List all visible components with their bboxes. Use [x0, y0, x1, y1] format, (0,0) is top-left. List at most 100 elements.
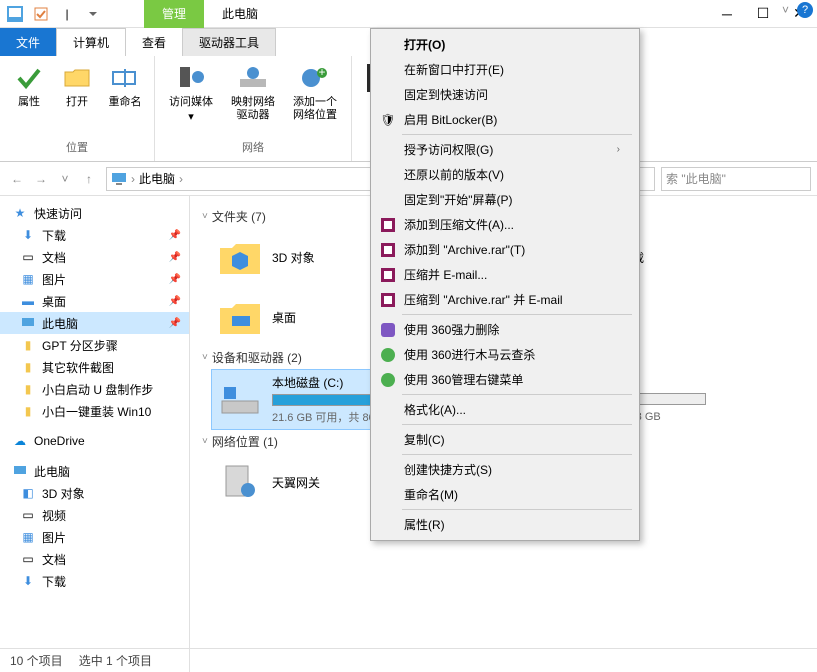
- folder-open-icon: [61, 62, 93, 94]
- picture-icon: ▦: [20, 529, 36, 545]
- folder-icon: [218, 237, 262, 277]
- app-icon[interactable]: [4, 3, 26, 25]
- sidebar-3dobjects[interactable]: ◧3D 对象: [0, 482, 189, 504]
- computer-tab[interactable]: 计算机: [56, 28, 126, 56]
- sidebar-folder-other[interactable]: ▮其它软件截图: [0, 356, 189, 378]
- separator: [402, 394, 632, 395]
- ctx-rar-archive[interactable]: 添加到 "Archive.rar"(T): [374, 237, 636, 262]
- sidebar-pictures[interactable]: ▦图片📌: [0, 268, 189, 290]
- ctx-properties[interactable]: 属性(R): [374, 512, 636, 537]
- status-bar: 10 个项目 选中 1 个项目: [0, 648, 817, 672]
- chevron-down-icon: ˅: [202, 352, 208, 363]
- folder-desktop[interactable]: 桌面: [212, 289, 382, 345]
- ctx-create-shortcut[interactable]: 创建快捷方式(S): [374, 457, 636, 482]
- 360-icon: [380, 347, 396, 363]
- pin-icon: 📌: [169, 274, 181, 285]
- sidebar-folder-xb2[interactable]: ▮小白一键重装 Win10: [0, 400, 189, 422]
- view-tab[interactable]: 查看: [126, 28, 182, 56]
- ctx-360-manage-menu[interactable]: 使用 360管理右键菜单: [374, 367, 636, 392]
- qat-checkbox-icon[interactable]: [30, 3, 52, 25]
- sidebar-documents2[interactable]: ▭文档: [0, 548, 189, 570]
- quick-access-toolbar: |: [0, 3, 104, 25]
- ctx-bitlocker[interactable]: 🛡启用 BitLocker(B): [374, 107, 636, 132]
- minimize-button[interactable]: ─: [709, 0, 745, 28]
- desktop-icon: ▬: [20, 293, 36, 309]
- history-dropdown[interactable]: ˅: [54, 168, 76, 190]
- maximize-button[interactable]: ☐: [745, 0, 781, 28]
- access-media-button[interactable]: 访问媒体 ▾: [161, 60, 221, 139]
- ctx-360-delete[interactable]: 使用 360强力删除: [374, 317, 636, 342]
- help-icon[interactable]: ?: [797, 2, 813, 18]
- titlebar: | 管理 此电脑 ─ ☐ ✕: [0, 0, 817, 28]
- sidebar-desktop[interactable]: ▬桌面📌: [0, 290, 189, 312]
- ctx-rar-email[interactable]: 压缩并 E-mail...: [374, 262, 636, 287]
- ctx-pin-start[interactable]: 固定到"开始"屏幕(P): [374, 187, 636, 212]
- pin-icon: 📌: [169, 296, 181, 307]
- media-server-icon: [175, 62, 207, 94]
- ribbon-collapse-icon[interactable]: ˅: [782, 3, 789, 17]
- pc-icon: [12, 463, 28, 479]
- open-button[interactable]: 打开: [54, 60, 100, 139]
- sidebar-documents[interactable]: ▭文档📌: [0, 246, 189, 268]
- cloud-icon: ☁: [12, 433, 28, 449]
- file-tab[interactable]: 文件: [0, 28, 56, 56]
- search-input[interactable]: 索 "此电脑": [661, 167, 811, 191]
- location-group-label: 位置: [6, 139, 148, 157]
- manage-contextual-tab[interactable]: 管理: [144, 0, 204, 28]
- breadcrumb-thispc[interactable]: 此电脑: [139, 170, 175, 187]
- ctx-pin-quick-access[interactable]: 固定到快速访问: [374, 82, 636, 107]
- network-group-label: 网络: [161, 139, 345, 157]
- ctx-open-new-window[interactable]: 在新窗口中打开(E): [374, 57, 636, 82]
- context-menu: 打开(O) 在新窗口中打开(E) 固定到快速访问 🛡启用 BitLocker(B…: [370, 28, 640, 541]
- ctx-360-trojan-scan[interactable]: 使用 360进行木马云查杀: [374, 342, 636, 367]
- sidebar-videos[interactable]: ▭视频: [0, 504, 189, 526]
- ctx-open[interactable]: 打开(O): [374, 32, 636, 57]
- ctx-rar-archive-email[interactable]: 压缩到 "Archive.rar" 并 E-mail: [374, 287, 636, 312]
- ctx-copy[interactable]: 复制(C): [374, 427, 636, 452]
- doc-icon: ▭: [20, 551, 36, 567]
- svg-text:+: +: [318, 65, 325, 79]
- sidebar-onedrive[interactable]: ☁OneDrive: [0, 430, 189, 452]
- selected-count: 选中 1 个项目: [79, 652, 152, 669]
- sidebar-thispc[interactable]: 此电脑📌: [0, 312, 189, 334]
- properties-button[interactable]: 属性: [6, 60, 52, 139]
- doc-icon: ▭: [20, 249, 36, 265]
- drive-icon: [218, 380, 262, 420]
- 360-icon: [380, 372, 396, 388]
- sidebar-quick-access[interactable]: ★快速访问: [0, 202, 189, 224]
- winrar-icon: [380, 292, 396, 308]
- drive-tools-tab[interactable]: 驱动器工具: [182, 28, 276, 56]
- sidebar-pictures2[interactable]: ▦图片: [0, 526, 189, 548]
- video-icon: ▭: [20, 507, 36, 523]
- picture-icon: ▦: [20, 271, 36, 287]
- ctx-format[interactable]: 格式化(A)...: [374, 397, 636, 422]
- ctx-previous-versions[interactable]: 还原以前的版本(V): [374, 162, 636, 187]
- network-drive-icon: [237, 62, 269, 94]
- winrar-icon: [380, 217, 396, 233]
- back-button[interactable]: ←: [6, 168, 28, 190]
- pin-icon: 📌: [169, 318, 181, 329]
- sidebar-thispc2[interactable]: 此电脑: [0, 460, 189, 482]
- separator: [402, 314, 632, 315]
- winrar-icon: [380, 267, 396, 283]
- rename-button[interactable]: 重命名: [102, 60, 148, 139]
- ctx-grant-access[interactable]: 授予访问权限(G)›: [374, 137, 636, 162]
- folder-3d-objects[interactable]: 3D 对象: [212, 229, 382, 285]
- sidebar-downloads[interactable]: ⬇下载📌: [0, 224, 189, 246]
- separator: [402, 454, 632, 455]
- add-network-location-button[interactable]: + 添加一个 网络位置: [285, 60, 345, 139]
- qat-dropdown-icon[interactable]: [82, 3, 104, 25]
- sidebar-folder-xb1[interactable]: ▮小白启动 U 盘制作步: [0, 378, 189, 400]
- forward-button[interactable]: →: [30, 168, 52, 190]
- ctx-rar-add[interactable]: 添加到压缩文件(A)...: [374, 212, 636, 237]
- pc-icon: [20, 315, 36, 331]
- map-network-drive-button[interactable]: 映射网络 驱动器: [223, 60, 283, 139]
- sidebar-downloads2[interactable]: ⬇下载: [0, 570, 189, 592]
- ctx-rename[interactable]: 重命名(M): [374, 482, 636, 507]
- pin-icon: 📌: [169, 252, 181, 263]
- chevron-right-icon: ›: [617, 144, 620, 155]
- navigation-sidebar: ★快速访问 ⬇下载📌 ▭文档📌 ▦图片📌 ▬桌面📌 此电脑📌 ▮GPT 分区步骤…: [0, 196, 190, 672]
- up-button[interactable]: ↑: [78, 168, 100, 190]
- sidebar-folder-gpt[interactable]: ▮GPT 分区步骤: [0, 334, 189, 356]
- pc-icon: [111, 172, 127, 186]
